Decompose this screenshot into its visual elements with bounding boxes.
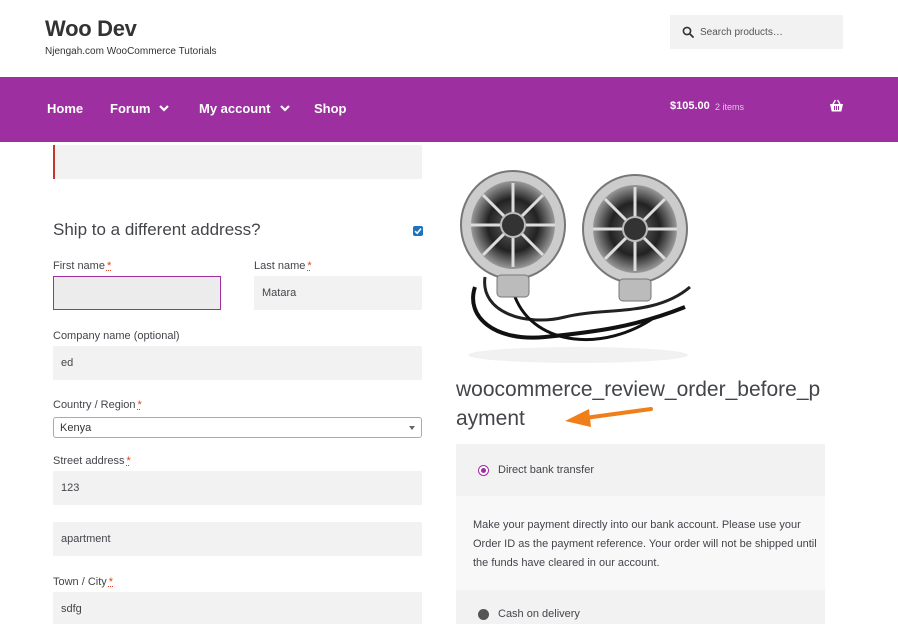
chevron-down-icon[interactable] [279,105,290,112]
nav-item-label: My account [199,101,271,116]
product-image-speakers [460,170,691,363]
ship-to-different-address-heading: Ship to a different address? [53,220,261,239]
primary-navigation: Home Forum My account Shop $105.00 2 ite… [0,77,898,142]
nav-item-label: Forum [110,101,151,116]
required-marker: * [126,455,131,467]
first-name-label: First name * [53,260,111,272]
nav-item-my-account[interactable]: My account [199,101,290,116]
site-title[interactable]: Woo Dev [45,16,137,42]
checkmark-icon [414,228,422,235]
company-name-field[interactable]: ed [53,346,422,380]
required-marker: * [108,576,114,588]
street-address-field[interactable]: 123 [53,471,422,505]
label-text: Country / Region [53,399,136,411]
chevron-down-icon[interactable] [159,105,170,112]
ship-to-different-address-checkbox[interactable] [413,226,423,236]
site-header: Woo Dev Njengah.com WooCommerce Tutorial… [0,0,898,77]
payment-methods: Direct bank transfer Make your payment d… [456,444,825,624]
nav-item-shop[interactable]: Shop [314,101,347,116]
annotation-arrow-icon [565,407,653,427]
required-marker: * [106,260,112,272]
bank-transfer-description: Make your payment directly into our bank… [473,519,817,569]
search-box[interactable] [670,15,843,49]
last-name-field[interactable]: Matara [254,276,422,310]
last-name-label: Last name * [254,260,312,272]
payment-label[interactable]: Cash on delivery [498,608,580,620]
label-text: Last name [254,260,306,272]
cart-total[interactable]: $105.00 [670,100,710,112]
cart-count[interactable]: 2 items [715,102,744,112]
country-label: Country / Region * [53,399,142,411]
checkout-content: Ship to a different address? First name *… [45,142,843,624]
payment-option-bank-transfer[interactable]: Direct bank transfer [456,444,825,496]
apartment-field[interactable]: apartment [53,522,422,556]
company-name-label: Company name (optional) [53,330,180,342]
nav-item-forum[interactable]: Forum [110,101,170,116]
town-city-field[interactable]: sdfg [53,592,422,624]
dropdown-arrow-icon [409,426,415,430]
label-text: First name [53,260,105,272]
previous-field[interactable] [53,145,422,179]
nav-item-label: Shop [314,101,347,116]
search-icon [682,26,694,38]
label-text: Town / City [53,576,107,588]
search-input[interactable] [700,26,840,38]
radio-bank-transfer[interactable] [478,465,489,476]
street-address-label: Street address * [53,455,131,467]
required-marker: * [137,399,142,411]
required-marker: * [307,260,312,272]
site-description: Njengah.com WooCommerce Tutorials [45,46,217,57]
payment-option-cash-on-delivery[interactable]: Cash on delivery [456,590,825,624]
nav-item-label: Home [47,101,84,116]
radio-cash-on-delivery[interactable] [478,609,489,620]
nav-item-home[interactable]: Home [47,101,83,116]
first-name-field[interactable] [53,276,221,310]
payment-label[interactable]: Direct bank transfer [498,464,594,476]
town-city-label: Town / City * [53,576,113,588]
basket-icon[interactable] [829,99,844,113]
country-select[interactable]: Kenya [53,417,422,438]
label-text: Street address [53,455,125,467]
country-selected-value: Kenya [60,421,92,434]
